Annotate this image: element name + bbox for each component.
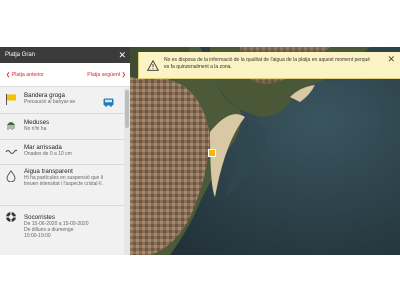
page-bottom-area: [0, 255, 400, 300]
lifeguard-title: Socorristes: [24, 214, 55, 221]
chevron-left-icon: ❮: [6, 71, 11, 78]
panel-title: Platja Gran: [5, 52, 36, 58]
previous-beach-link[interactable]: ❮ Platja anterior: [6, 72, 44, 78]
water-title: Aigua transparent: [24, 168, 73, 175]
alert-close-icon[interactable]: ✕: [387, 55, 395, 64]
water-quality-item: Aigua transparent Hi ha partícules en su…: [0, 165, 124, 206]
sea-state-item: Mar arrissada Onades de 0 a 10 cm: [0, 140, 124, 165]
jellyfish-status-item: Meduses No n'hi ha: [0, 114, 124, 140]
next-beach-label: Platja següent: [87, 71, 121, 78]
lifeguard-hours: 10:00-19:00: [24, 233, 51, 239]
alert-message: No es disposa de la informació de la qua…: [164, 57, 371, 70]
water-drop-icon: [5, 170, 17, 182]
water-detail-line-2: treuen intensitat i l'aspecte cristal·lí…: [24, 181, 104, 187]
jellyfish-subtitle: No n'hi ha: [24, 126, 47, 132]
beach-info-panel: Platja Gran ✕ ❮ Platja anterior Platja s…: [0, 47, 130, 255]
lifeguard-item: Socorristes De 15-06-2020 a 15-09-2020 D…: [0, 206, 124, 251]
page-top-area: [0, 0, 400, 47]
close-icon[interactable]: ✕: [118, 50, 126, 60]
previous-beach-label: Platja anterior: [11, 71, 44, 78]
panel-body[interactable]: Bandera groga Precaució al banyar-se Med…: [0, 88, 124, 255]
lifebuoy-icon: [5, 211, 17, 223]
warning-icon: [146, 58, 160, 71]
water-quality-alert: No es disposa de la informació de la qua…: [138, 52, 400, 79]
jellyfish-icon: [5, 119, 17, 131]
jellyfish-title: Meduses: [24, 119, 50, 126]
flag-icon: [5, 93, 17, 105]
chevron-right-icon: ❯: [121, 71, 126, 78]
flag-status-item: Bandera groga Precaució al banyar-se: [0, 88, 124, 114]
scrollbar-thumb[interactable]: [125, 90, 129, 128]
next-beach-link[interactable]: Platja següent ❯: [87, 72, 126, 78]
wave-icon: [5, 145, 17, 157]
bus-icon[interactable]: [103, 94, 114, 107]
sea-title: Mar arrissada: [24, 144, 62, 151]
beach-location-marker[interactable]: [208, 149, 216, 157]
sea-subtitle: Onades de 0 a 10 cm: [24, 151, 72, 157]
beach-navigation: ❮ Platja anterior Platja següent ❯: [0, 63, 130, 87]
panel-header: Platja Gran ✕: [0, 47, 130, 63]
